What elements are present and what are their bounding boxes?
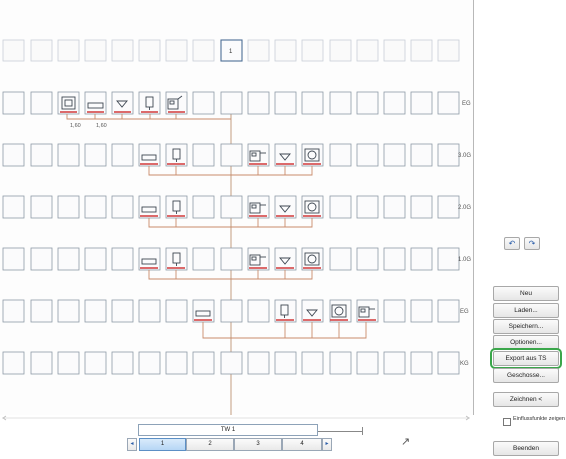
mouse-pointer-icon: ↗ xyxy=(401,436,411,448)
draw-button[interactable]: Zeichnen < xyxy=(493,392,559,407)
undo-button[interactable]: ↶ xyxy=(504,237,520,250)
grid-row: 2.0G xyxy=(2,195,471,228)
page-tab[interactable]: 3 xyxy=(234,438,282,451)
row-label: EG xyxy=(462,101,471,107)
row-label: KG xyxy=(460,361,469,367)
row-label: 3.0G xyxy=(458,153,471,159)
finish-button[interactable]: Beenden xyxy=(493,441,559,456)
plan-canvas[interactable]: 1 EG 1,60 1,60 3.0G 2.0G 1.0G EG KG xyxy=(0,0,474,415)
horizontal-scrollbar[interactable] xyxy=(2,415,470,421)
influence-points-label: Einflussfunkte zeigen xyxy=(513,416,565,422)
redo-button[interactable]: ↷ xyxy=(524,237,540,250)
page-tab[interactable]: 2 xyxy=(186,438,234,451)
next-page-button[interactable]: ▸ xyxy=(322,438,332,451)
row-sublabel: 1,60 xyxy=(70,123,81,129)
strand-name-input[interactable]: TW 1 xyxy=(138,424,318,436)
grid-row: EG xyxy=(2,299,469,339)
page-tab[interactable]: 1 xyxy=(139,438,186,451)
grid-row: KG xyxy=(2,351,469,375)
row-label: 1.0G xyxy=(458,257,471,263)
undo-arrow-icon: ↶ xyxy=(508,239,516,248)
new-button[interactable]: Neu xyxy=(493,286,559,301)
name-leader-tick xyxy=(362,427,363,435)
influence-points-checkbox[interactable] xyxy=(503,418,511,426)
prev-page-button[interactable]: ◂ xyxy=(127,438,137,451)
load-button[interactable]: Laden... xyxy=(493,303,559,318)
export-button[interactable]: Export aus TS xyxy=(490,348,562,369)
page-tab[interactable]: 4 xyxy=(282,438,322,451)
influence-points-toggle[interactable]: Einflussfunkte zeigen xyxy=(503,416,565,434)
top-cell-strip: 1 xyxy=(2,39,460,62)
floors-button[interactable]: Geschosse... xyxy=(493,368,559,383)
save-button[interactable]: Speichern... xyxy=(493,319,559,334)
grid-diagram[interactable]: 1 EG 1,60 1,60 3.0G 2.0G 1.0G EG KG xyxy=(0,0,474,415)
redo-arrow-icon: ↷ xyxy=(528,239,536,248)
row-sublabel: 1,60 xyxy=(96,123,107,129)
options-button[interactable]: Optionen... xyxy=(493,335,559,350)
row-label: EG xyxy=(460,309,469,315)
name-leader-line xyxy=(318,431,362,432)
side-panel: ↶ ↷ Neu Laden... Speichern... Optionen..… xyxy=(475,0,566,459)
grid-row: 3.0G xyxy=(2,143,471,176)
row-label: 2.0G xyxy=(458,205,471,211)
bottom-bar: TW 1 ◂ 1 2 3 4 ▸ ↗ xyxy=(0,415,474,459)
grid-row: 1.0G xyxy=(2,247,471,280)
grid-row: EG 1,60 1,60 xyxy=(2,91,471,129)
